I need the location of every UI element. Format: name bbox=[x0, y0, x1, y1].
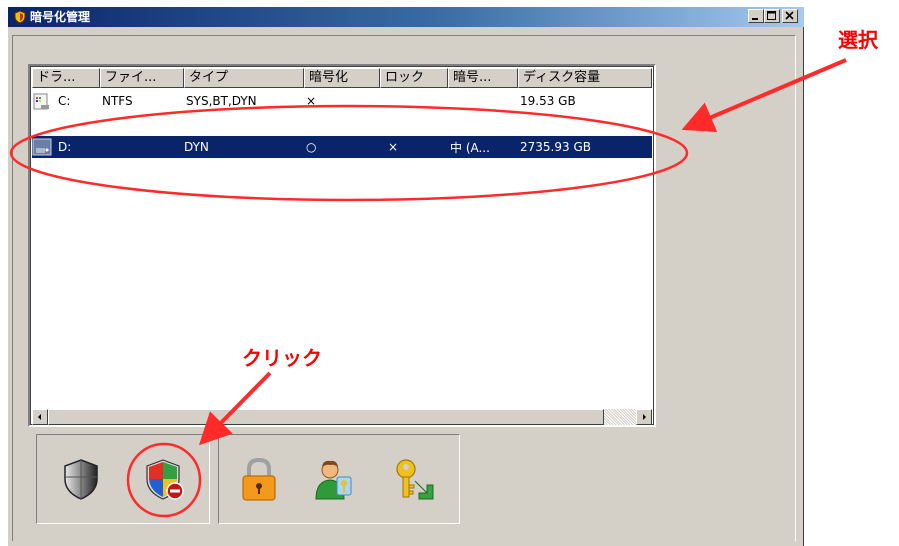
algorithm: 中 (A... bbox=[450, 140, 490, 155]
scroll-left-icon[interactable] bbox=[32, 409, 48, 425]
column-header-type[interactable]: タイプ bbox=[184, 68, 304, 88]
lock-tool-group bbox=[218, 434, 460, 524]
drive-letter: D: bbox=[58, 140, 72, 154]
window-title: 暗号化管理 bbox=[30, 10, 91, 24]
column-header-algorithm[interactable]: 暗号... bbox=[448, 68, 518, 88]
column-header-drive[interactable]: ドラ... bbox=[32, 68, 100, 88]
key-arrow-icon[interactable] bbox=[389, 455, 437, 503]
drive-letter: C: bbox=[58, 94, 71, 108]
disk-capacity: 2735.93 GB bbox=[520, 140, 591, 154]
filesystem: NTFS bbox=[102, 94, 133, 108]
column-header-lock[interactable]: ロック bbox=[380, 68, 448, 88]
list-header: ドラ... ファイ... タイプ 暗号化 ロック 暗号... ディスク容量 bbox=[32, 68, 652, 88]
encrypted-status: ○ bbox=[306, 140, 317, 154]
user-key-icon[interactable] bbox=[311, 455, 359, 503]
drive-type: DYN bbox=[184, 140, 209, 154]
minimize-icon[interactable] bbox=[748, 9, 764, 23]
select-annotation-label: 選択 bbox=[838, 28, 878, 52]
table-row[interactable]: C: NTFS SYS,BT,DYN × 19.53 GB bbox=[32, 90, 652, 112]
padlock-icon[interactable] bbox=[235, 455, 283, 503]
shield-remove-icon[interactable] bbox=[141, 455, 189, 503]
column-header-encrypted[interactable]: 暗号化 bbox=[304, 68, 380, 88]
scroll-thumb[interactable] bbox=[48, 409, 604, 425]
column-header-filesystem[interactable]: ファイ... bbox=[100, 68, 184, 88]
horizontal-scrollbar[interactable] bbox=[32, 409, 652, 425]
scroll-track[interactable] bbox=[604, 409, 636, 425]
scroll-right-icon[interactable] bbox=[636, 409, 652, 425]
disk-capacity: 19.53 GB bbox=[520, 94, 576, 108]
click-annotation-label: クリック bbox=[242, 346, 322, 370]
title-bar[interactable]: 暗号化管理 bbox=[8, 7, 804, 27]
close-icon[interactable] bbox=[782, 9, 798, 23]
encryption-tool-group bbox=[36, 434, 210, 524]
column-header-capacity[interactable]: ディスク容量 bbox=[518, 68, 652, 88]
table-row-selected[interactable]: D: DYN ○ × 中 (A... 2735.93 GB bbox=[32, 136, 652, 158]
encrypted-status: × bbox=[306, 94, 317, 108]
drive-type: SYS,BT,DYN bbox=[186, 94, 257, 108]
drive-list[interactable]: ドラ... ファイ... タイプ 暗号化 ロック 暗号... ディスク容量 C:… bbox=[28, 64, 656, 427]
system-drive-icon bbox=[33, 93, 49, 110]
maximize-icon[interactable] bbox=[764, 9, 780, 23]
app-shield-icon bbox=[14, 10, 26, 24]
lock-status: × bbox=[388, 140, 399, 154]
shield-icon[interactable] bbox=[57, 455, 105, 503]
disk-drive-icon bbox=[32, 138, 52, 156]
